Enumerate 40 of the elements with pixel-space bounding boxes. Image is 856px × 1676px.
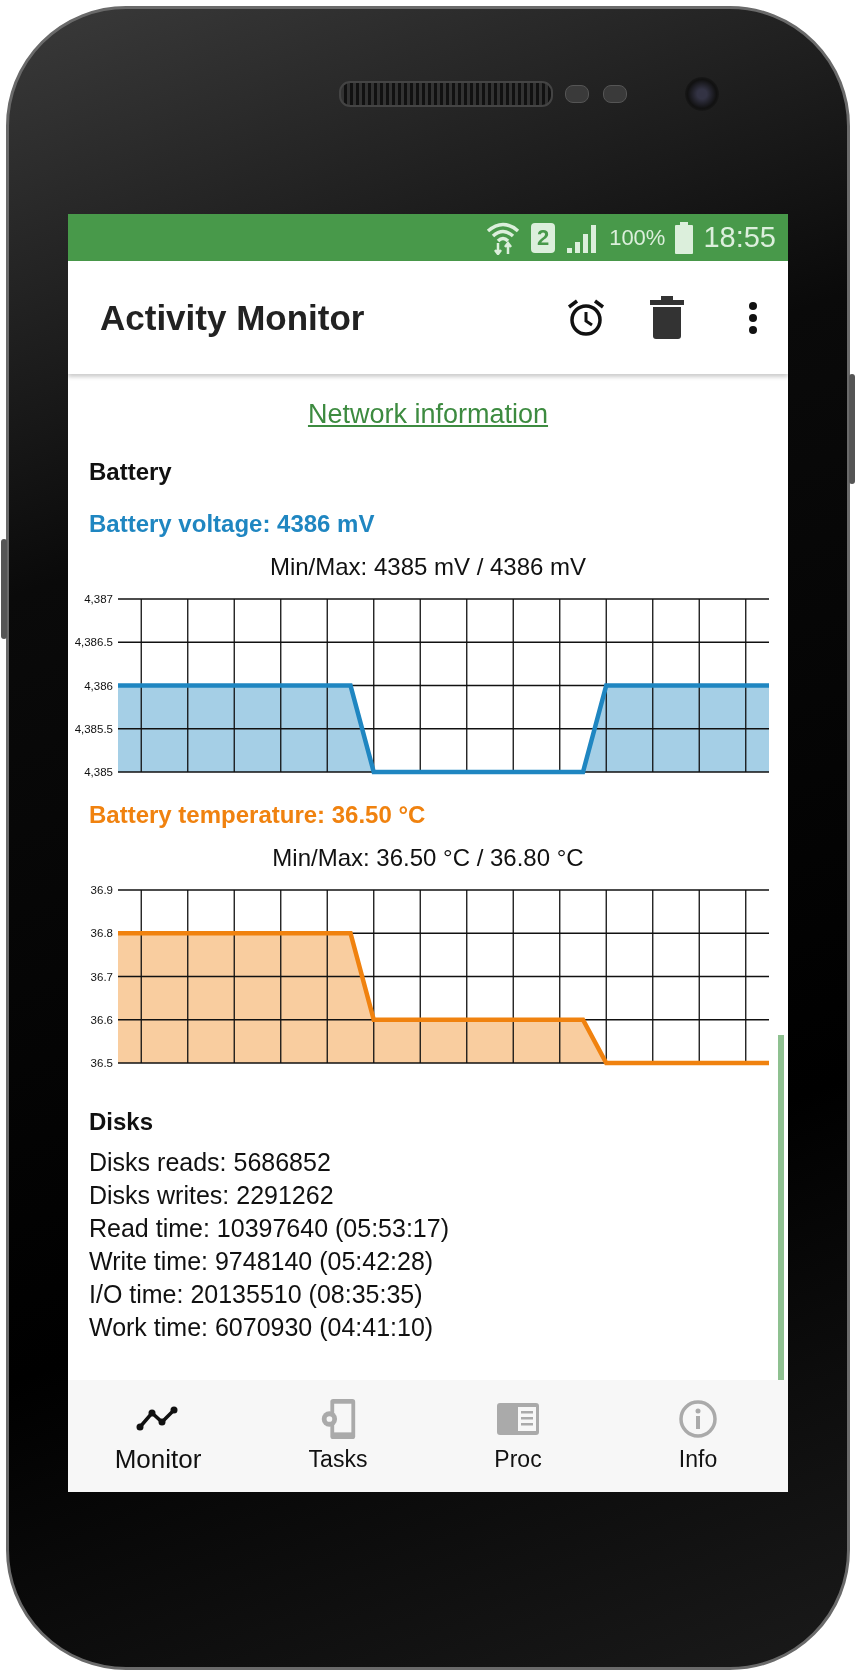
axis-label: 36.6 [90, 1013, 113, 1026]
chart-title: Min/Max: 36.50 °C / 36.80 °C [271, 843, 585, 873]
axis-label: 36.8 [90, 927, 113, 940]
disk-stat: Disks writes: 2291262 [89, 1180, 335, 1211]
axis-label: 4,387 [84, 593, 113, 605]
disk-stat: Work time: 6070930 (04:41:10) [89, 1312, 435, 1343]
disk-stat: Write time: 9748140 (05:42:28) [89, 1246, 435, 1277]
sensor [565, 85, 589, 103]
axis-label: 4,385 [84, 766, 113, 778]
alarm-button[interactable] [566, 297, 606, 338]
axis-label: 4,386.5 [74, 636, 113, 649]
info-icon [678, 1398, 718, 1440]
axis-label: 4,386 [84, 679, 113, 692]
app-title: Activity Monitor [100, 297, 366, 338]
chart-title: Min/Max: 4385 mV / 4386 mV [268, 552, 588, 582]
battery-percent: 100% [609, 224, 666, 251]
delete-button[interactable] [650, 295, 684, 340]
chart-label: Battery voltage: 4386 mV [89, 509, 376, 539]
axis-label: 36.9 [90, 884, 113, 896]
axis-label: 36.5 [90, 1057, 113, 1069]
wifi-icon [485, 220, 522, 255]
axis-label: 4,385.5 [74, 722, 113, 735]
disk-stat: Disks reads: 5686852 [89, 1147, 332, 1178]
disk-stat: Read time: 10397640 (05:53:17) [89, 1213, 450, 1244]
battery-icon [675, 221, 694, 254]
section-heading: Disks [89, 1107, 155, 1137]
section-heading: Battery [89, 457, 173, 487]
sensor [603, 85, 627, 103]
chart-label: Battery temperature: 36.50 °C [89, 800, 427, 830]
network-information-link[interactable]: Network information [307, 396, 549, 432]
more-menu-button[interactable] [748, 300, 758, 335]
sim-badge: 2 [531, 222, 556, 253]
nav-tab[interactable]: Info [608, 1380, 788, 1492]
nav-tab[interactable]: Tasks [248, 1380, 428, 1492]
disk-stat: I/O time: 20135510 (08:35:35) [89, 1279, 424, 1310]
nav-tab[interactable]: Proc [428, 1380, 608, 1492]
axis-label: 36.7 [90, 970, 113, 983]
clock: 18:55 [703, 221, 776, 254]
camera-lens [685, 77, 719, 111]
nav-tab[interactable]: Monitor [68, 1380, 248, 1492]
